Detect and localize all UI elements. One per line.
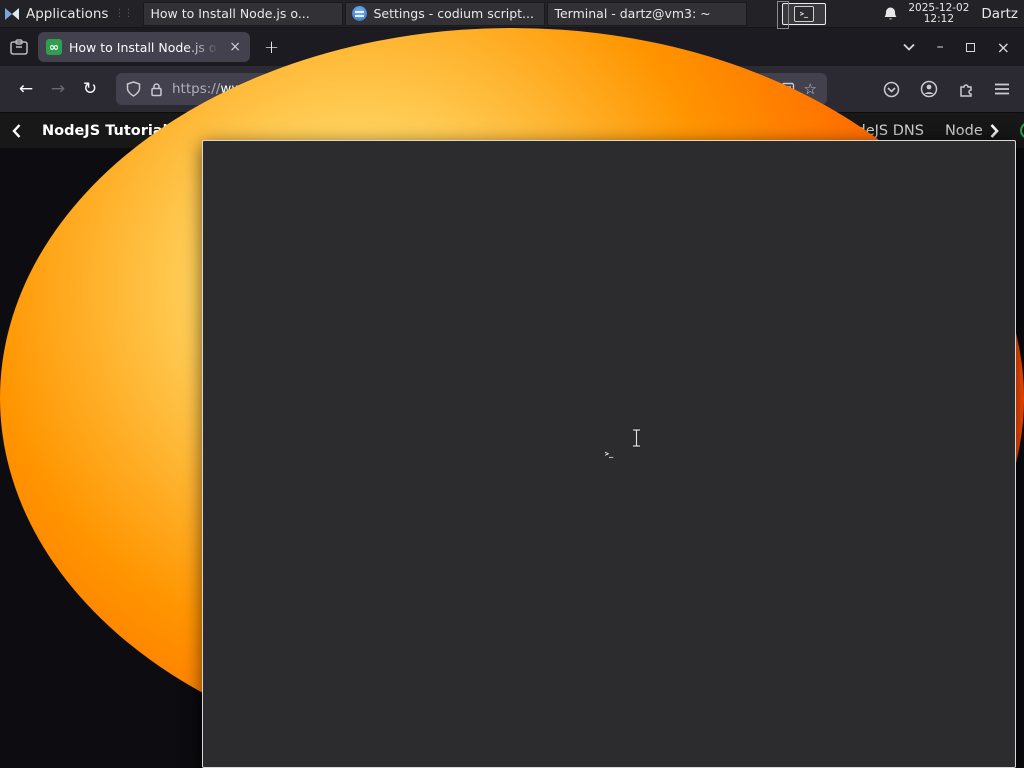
back-button[interactable]: ← — [10, 79, 42, 99]
forward-button[interactable]: → — [42, 79, 74, 99]
user-menu[interactable]: Dartz — [981, 6, 1018, 22]
tab-title: How to Install Node.js on — [69, 39, 220, 55]
window-button-firefox[interactable]: How to Install Node.js o... — [0, 1, 1024, 768]
browser-close-button[interactable]: × — [997, 38, 1010, 57]
workspace-pager[interactable]: >_ — [776, 0, 826, 29]
browser-minimize-button[interactable]: – — [937, 39, 944, 55]
mouse-cursor — [630, 428, 643, 448]
lock-icon — [150, 82, 163, 97]
browser-maximize-button[interactable] — [965, 42, 975, 52]
panel-handle: ⋮⋮ — [114, 8, 133, 19]
applications-menu[interactable]: Applications ⋮⋮ — [0, 0, 142, 27]
account-icon[interactable] — [920, 80, 938, 98]
reload-button[interactable]: ↻ — [74, 79, 106, 99]
new-tab-button[interactable]: + — [264, 37, 279, 58]
codium-icon — [352, 6, 368, 21]
nav-back-chevron-icon[interactable] — [12, 123, 21, 138]
clock[interactable]: 2025-12-02 12:12 — [908, 1, 970, 25]
firefox-view-icon[interactable] — [10, 39, 28, 55]
applications-icon — [4, 7, 20, 21]
window-button-label: Settings - codium script... — [373, 6, 534, 21]
pocket-icon[interactable] — [883, 81, 900, 98]
window-button-label: How to Install Node.js o... — [150, 6, 310, 21]
nav-more-chevron-icon[interactable] — [990, 123, 999, 138]
window-button-codium[interactable]: Settings - codium script... — [345, 1, 546, 26]
tracking-shield-icon[interactable] — [126, 81, 141, 97]
window-button-terminal[interactable]: >_ Terminal - dartz@vm3: ~ — [202, 1, 1016, 768]
top-panel: Applications ⋮⋮ How to Install Node.js o… — [0, 0, 1024, 768]
pager-terminal-icon: >_ — [793, 5, 814, 22]
geeksforgeeks-favicon: ∞ — [46, 39, 62, 55]
extensions-icon[interactable] — [958, 81, 974, 97]
menu-hamburger-icon[interactable] — [994, 83, 1010, 95]
browser-tab[interactable]: ∞ How to Install Node.js on × — [38, 32, 250, 62]
window-button-label: Terminal - dartz@vm3: ~ — [554, 6, 711, 21]
tab-close-icon[interactable]: × — [226, 39, 244, 55]
search-icon[interactable] — [1019, 122, 1024, 139]
clock-time: 12:12 — [923, 12, 955, 25]
site-nav-item[interactable]: Node — [945, 123, 983, 139]
clock-date: 2025-12-02 — [908, 1, 970, 14]
notification-bell-icon[interactable] — [883, 6, 898, 22]
list-tabs-chevron-icon[interactable] — [902, 43, 915, 51]
applications-label: Applications — [26, 5, 109, 22]
